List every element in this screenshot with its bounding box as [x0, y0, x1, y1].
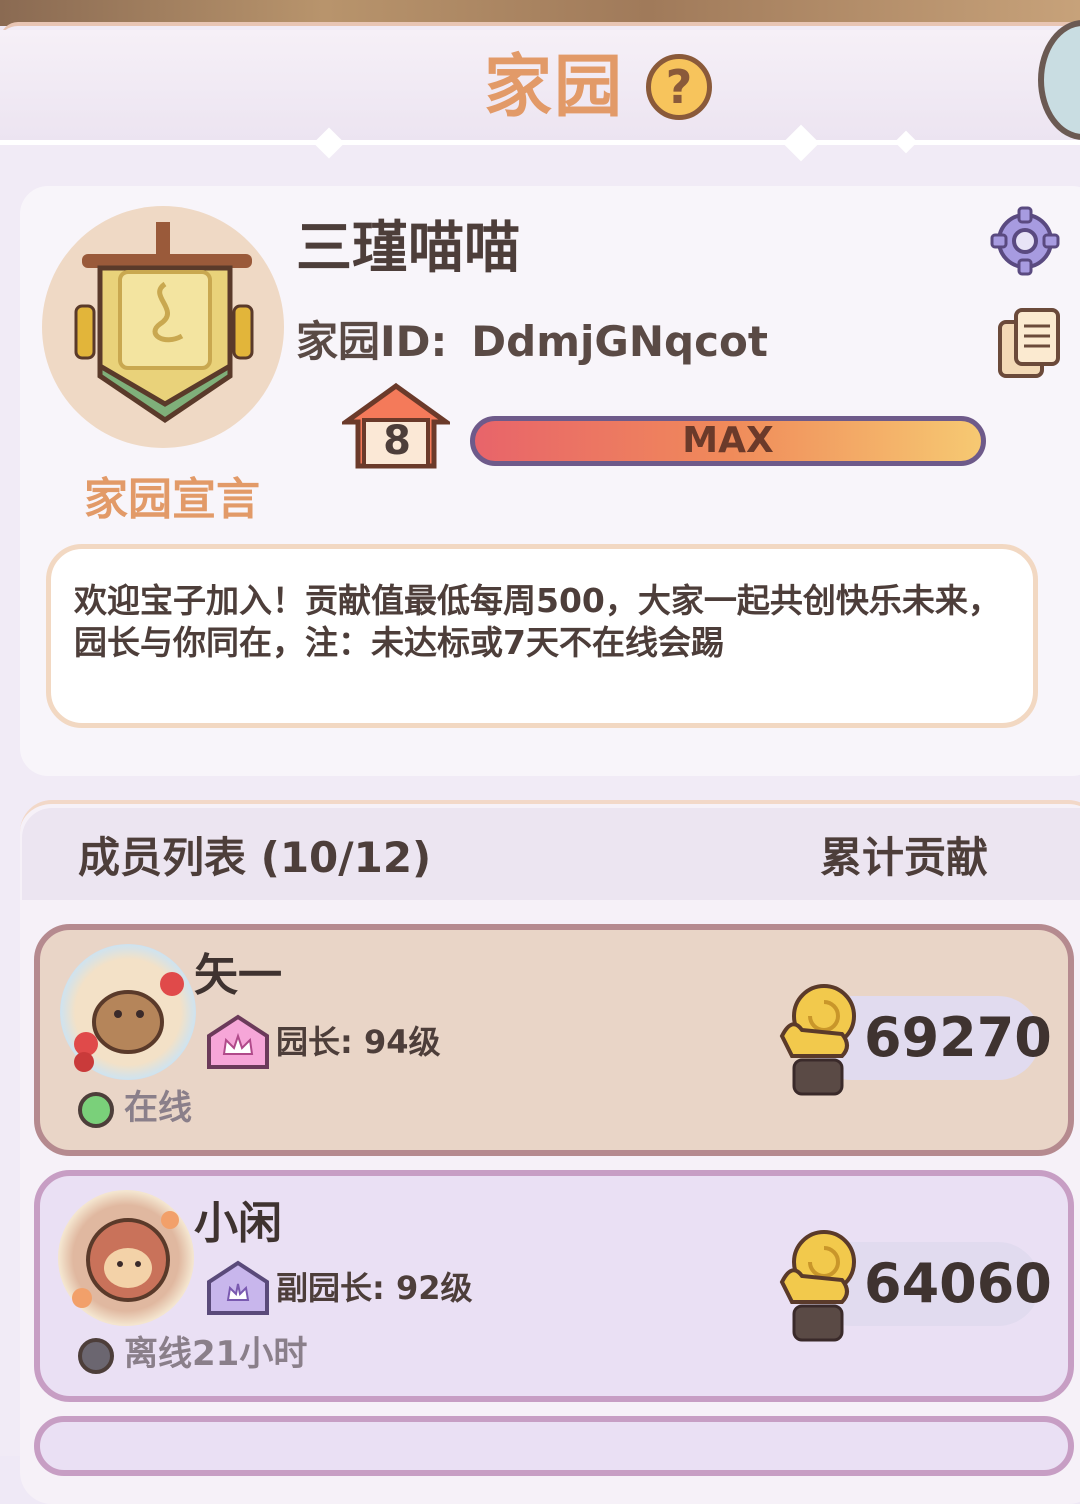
- member-contribution: 69270: [864, 1006, 1052, 1069]
- status-dot: [78, 1092, 114, 1128]
- contribution-column-label: 累计贡献: [820, 833, 989, 882]
- crown-house-icon: [207, 1260, 269, 1315]
- home-name: 三瑾喵喵: [296, 216, 520, 281]
- header-divider: [0, 140, 1080, 145]
- settings-button[interactable]: [990, 206, 1060, 276]
- member-row[interactable]: [34, 1416, 1074, 1476]
- member-name: 小闲: [194, 1198, 282, 1249]
- page-title: 家园: [484, 48, 625, 127]
- member-list-title: 成员列表 (10/12): [78, 833, 432, 882]
- lion-avatar-icon: [72, 1211, 179, 1308]
- home-level-number: 8: [383, 418, 411, 464]
- snail-trophy-icon: [772, 976, 862, 1102]
- member-contribution: 64060: [864, 1252, 1052, 1315]
- leader-badge: [206, 1014, 270, 1070]
- member-status: 离线21小时: [124, 1334, 308, 1374]
- home-id-row: 家园ID: DdmjGNqcot: [296, 312, 768, 372]
- home-id-label: 家园ID:: [296, 317, 448, 366]
- member-role: 园长: 94级: [276, 1023, 441, 1061]
- banner-icon: [74, 222, 254, 424]
- vice-leader-badge: [206, 1260, 270, 1316]
- member-name: 矢一: [194, 950, 282, 1001]
- crown-house-icon: [207, 1014, 269, 1069]
- help-button[interactable]: ?: [646, 54, 712, 120]
- manifesto-label: 家园宣言: [84, 474, 260, 525]
- copy-id-button[interactable]: [996, 306, 1062, 380]
- gear-icon: [990, 206, 1060, 276]
- status-dot: [78, 1338, 114, 1374]
- copy-icon: [998, 308, 1060, 378]
- member-status: 在线: [124, 1088, 192, 1128]
- home-emblem[interactable]: [42, 206, 284, 448]
- otter-avatar-icon: [74, 972, 184, 1072]
- manifesto-text: 欢迎宝子加入！贡献值最低每周500，大家一起共创快乐未来，园长与你同在，注：未达…: [74, 581, 1001, 662]
- avatar[interactable]: [58, 1190, 194, 1326]
- home-exp-label: MAX: [682, 420, 774, 461]
- snail-trophy-icon: [772, 1222, 862, 1348]
- avatar[interactable]: [60, 944, 196, 1080]
- member-role: 副园长: 92级: [276, 1269, 473, 1307]
- home-id-value: DdmjGNqcot: [471, 317, 768, 366]
